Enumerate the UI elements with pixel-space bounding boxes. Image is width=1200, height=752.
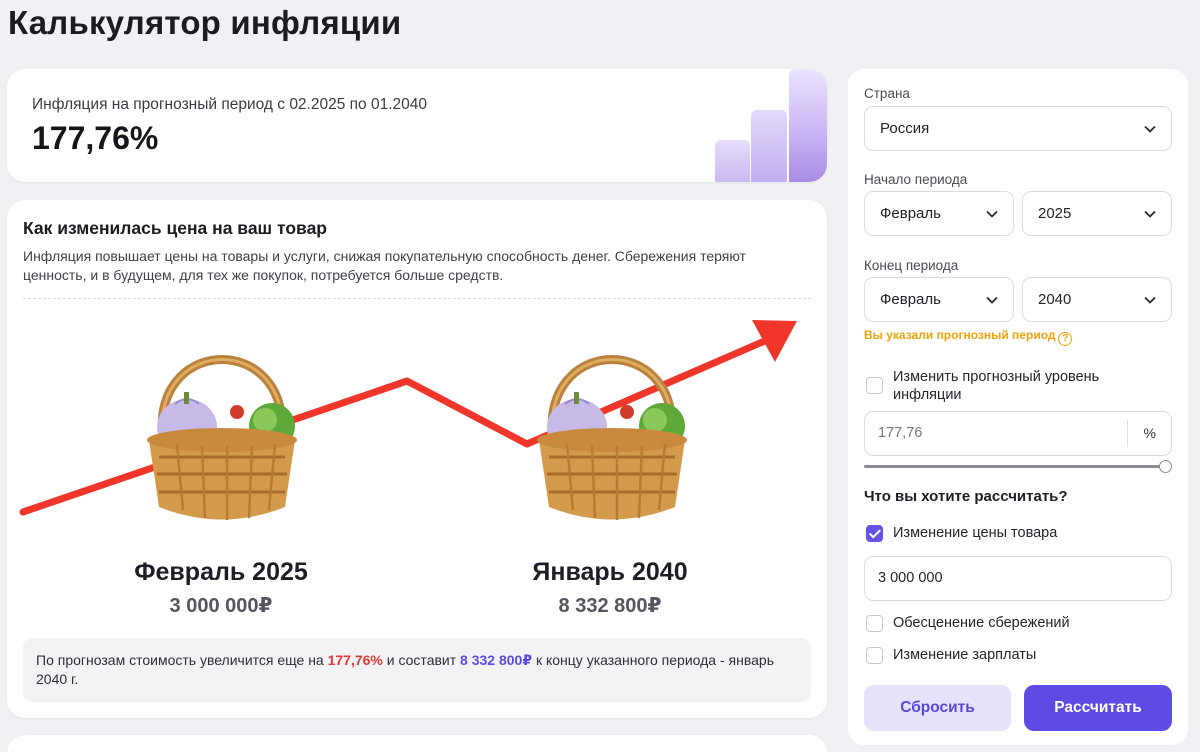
basket-icon xyxy=(537,355,687,520)
period-end-label: Конец периода xyxy=(864,258,959,273)
summary-percent: 177,76% xyxy=(327,652,383,668)
country-value: Россия xyxy=(880,120,930,137)
calculate-button[interactable]: Рассчитать xyxy=(1024,685,1172,731)
input-separator xyxy=(1127,420,1128,447)
period-start-label: Начало периода xyxy=(864,172,968,187)
summary-amount: 8 332 800₽ xyxy=(460,652,533,668)
summary-text: По прогнозам стоимость увеличится еще на xyxy=(36,652,328,668)
bar-decoration xyxy=(712,69,827,182)
option-savings-label[interactable]: Обесценение сбережений xyxy=(893,614,1070,632)
percent-unit: % xyxy=(1143,425,1156,441)
forecast-warning-text: Вы указали прогнозный период xyxy=(864,328,1056,342)
option-price-label[interactable]: Изменение цены товара xyxy=(893,524,1057,542)
start-year-select[interactable]: 2025 xyxy=(1022,191,1172,236)
reset-button[interactable]: Сбросить xyxy=(864,685,1011,731)
inflation-slider-track[interactable] xyxy=(864,465,1164,468)
chevron-down-icon xyxy=(986,296,998,304)
page-title: Калькулятор инфляции xyxy=(8,4,402,41)
end-month-value: Февраль xyxy=(880,291,941,308)
end-year-value: 2040 xyxy=(1038,291,1072,308)
chevron-down-icon xyxy=(1144,125,1156,133)
option-salary-label[interactable]: Изменение зарплаты xyxy=(893,646,1036,664)
next-card xyxy=(7,735,827,752)
price-change-card: Как изменилась цена на ваш товар Инфляци… xyxy=(7,200,827,718)
inflation-rate-input[interactable]: 177,76 % xyxy=(864,411,1172,456)
change-inflation-label[interactable]: Изменить прогнозный уровень инфляции xyxy=(893,368,1163,404)
decor-bar xyxy=(789,69,827,182)
forecast-warning: Вы указали прогнозный период? xyxy=(864,328,1073,346)
inflation-slider-handle[interactable] xyxy=(1159,460,1172,473)
chevron-down-icon xyxy=(1144,210,1156,218)
option-savings-checkbox[interactable] xyxy=(866,615,883,632)
end-period-label: Январь 2040 xyxy=(532,558,688,586)
end-price-value: 8 332 800₽ xyxy=(558,595,662,617)
inflation-summary-card: Инфляция на прогнозный период с 02.2025 … xyxy=(7,69,827,182)
calc-question: Что вы хотите рассчитать? xyxy=(864,488,1068,505)
end-year-select[interactable]: 2040 xyxy=(1022,277,1172,322)
change-inflation-checkbox[interactable] xyxy=(866,377,883,394)
inflation-value: 177,76% xyxy=(32,120,159,156)
option-salary-checkbox[interactable] xyxy=(866,647,883,664)
inflation-rate-value: 177,76 xyxy=(878,425,923,441)
start-period-label: Февраль 2025 xyxy=(134,558,308,586)
decor-bar xyxy=(751,110,787,182)
calculator-form: Страна Россия Начало периода Февраль 202… xyxy=(848,69,1188,745)
start-month-value: Февраль xyxy=(880,205,941,222)
start-month-select[interactable]: Февраль xyxy=(864,191,1014,236)
start-year-value: 2025 xyxy=(1038,205,1072,222)
price-input[interactable]: 3 000 000 xyxy=(864,556,1172,601)
price-input-value: 3 000 000 xyxy=(878,570,943,586)
basket-icon xyxy=(147,355,297,520)
end-month-select[interactable]: Февраль xyxy=(864,277,1014,322)
forecast-summary: По прогнозам стоимость увеличится еще на… xyxy=(23,638,811,702)
option-price-checkbox[interactable] xyxy=(866,525,883,542)
chevron-down-icon xyxy=(1144,296,1156,304)
inflation-period-label: Инфляция на прогнозный период с 02.2025 … xyxy=(32,96,428,113)
start-price-value: 3 000 000₽ xyxy=(169,595,273,617)
decor-bar xyxy=(715,140,750,182)
country-label: Страна xyxy=(864,86,910,101)
summary-text: и составит xyxy=(382,652,461,668)
question-icon[interactable]: ? xyxy=(1058,332,1073,346)
country-select[interactable]: Россия xyxy=(864,106,1172,151)
chevron-down-icon xyxy=(986,210,998,218)
